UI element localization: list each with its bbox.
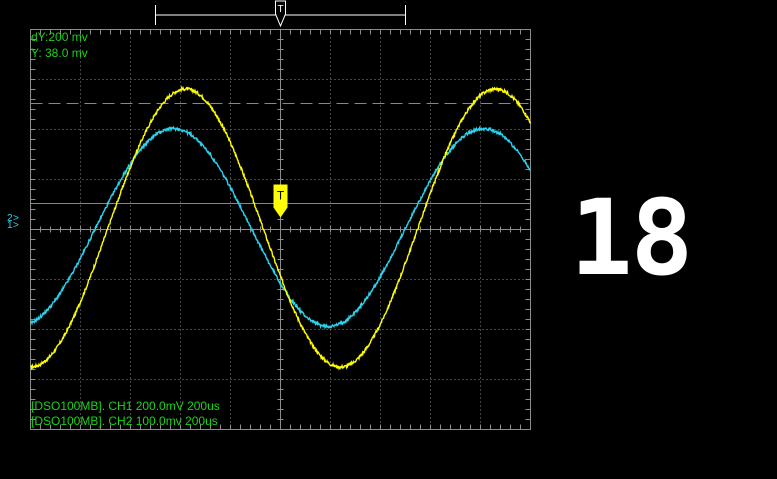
channel-offset-markers[interactable]: 2 > 1 > <box>7 213 19 231</box>
ch2-status: [DSO100MB]. CH2 100.0mv 200us <box>31 414 218 428</box>
ch1-offset-arrow: > <box>13 220 19 231</box>
frame-counter: 18 <box>570 177 693 299</box>
graticule <box>30 29 531 430</box>
cursor-dy-readout: dY:200 mv <box>31 30 88 44</box>
trigger-level-marker[interactable]: T <box>273 184 288 218</box>
trigger-position-bracket[interactable]: T <box>155 0 406 28</box>
trigger-time-label: T <box>277 4 283 15</box>
cursor-y-readout: Y: 38.0 mv <box>31 46 88 60</box>
ch1-status: [DSO100MB]. CH1 200.0mV 200us <box>31 399 220 413</box>
trigger-marker-label: T <box>277 189 285 203</box>
